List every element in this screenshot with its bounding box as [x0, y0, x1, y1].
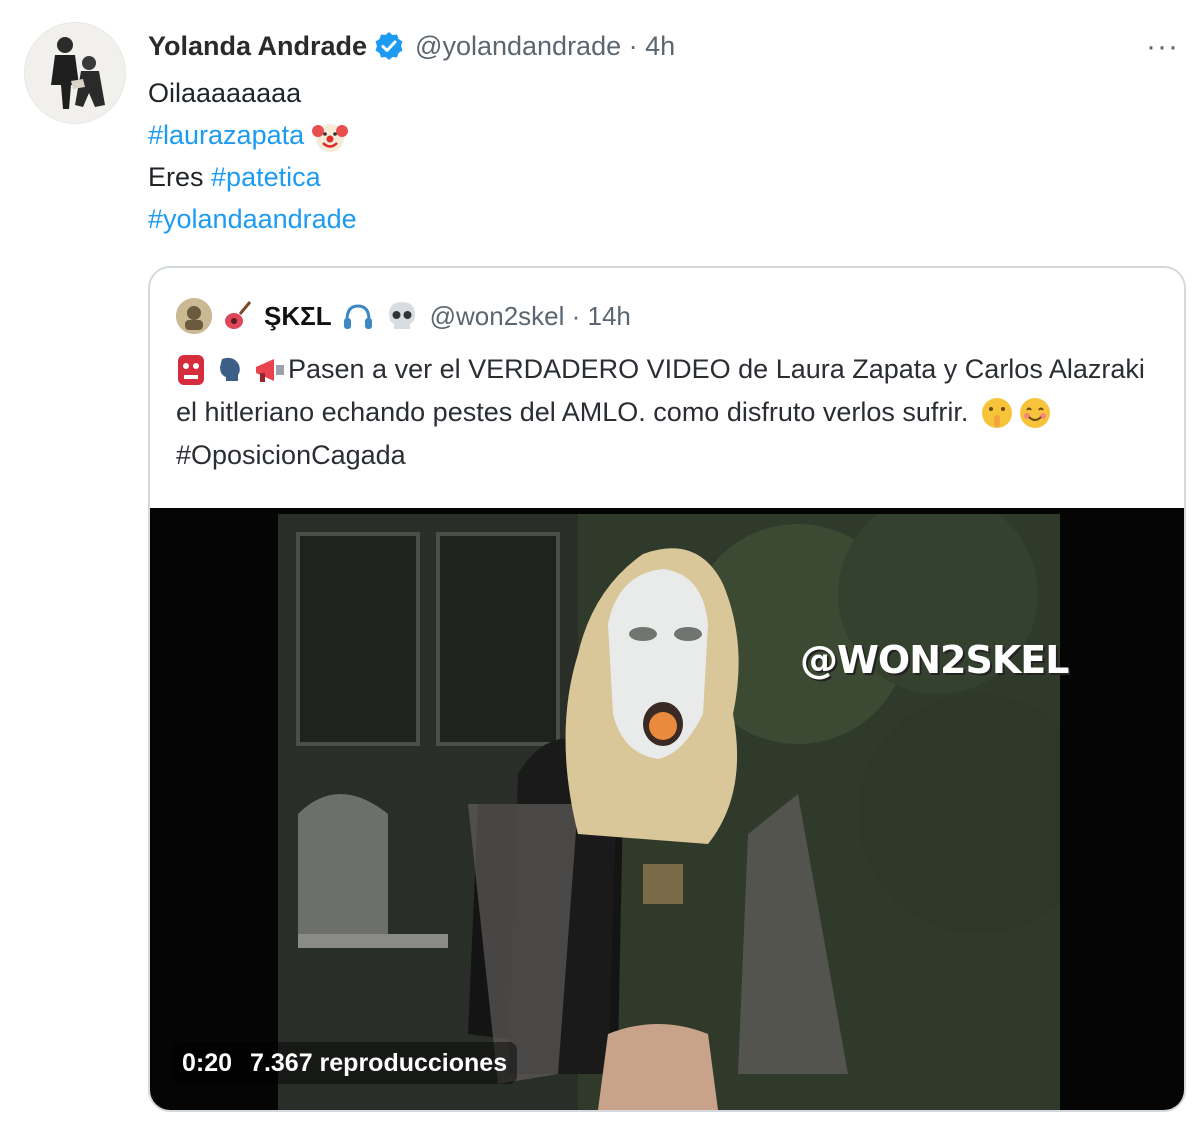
quoted-tweet-card[interactable]: ŞKΣL @won2skel · 14h Pasen a ver el VERD… [148, 266, 1186, 1112]
author-avatar[interactable] [24, 22, 126, 124]
author-handle-time[interactable]: @yolandandrade · 4h [415, 31, 675, 62]
quoted-author-name[interactable]: ŞKΣL [264, 301, 332, 332]
quoted-author-avatar[interactable] [176, 298, 212, 334]
hashtag-yolandaandrade[interactable]: #yolandaandrade [148, 204, 357, 234]
tweet-line-1: Oilaaaaaaaa [148, 78, 302, 108]
tweet-header: Yolanda Andrade @yolandandrade · 4h [148, 26, 675, 66]
megaphone-emoji-icon [252, 353, 288, 389]
tweet-line-3-prefix: Eres [148, 162, 212, 192]
quoted-tweet-text: Pasen a ver el VERDADERO VIDEO de Laura … [176, 348, 1161, 477]
hashtag-patetica[interactable]: #patetica [211, 162, 321, 192]
video-duration: 0:20 [182, 1048, 233, 1077]
hashtag-laurazapata[interactable]: #laurazapata [148, 120, 304, 150]
headphones-emoji-icon [340, 298, 376, 334]
video-player[interactable]: @WON2SKEL 0:20 7.367 reproducciones [150, 508, 1184, 1110]
tweet-line-2: #laurazapata [148, 114, 357, 156]
author-name[interactable]: Yolanda Andrade [148, 31, 367, 62]
more-options-icon[interactable]: ··· [1146, 30, 1179, 64]
quoted-author-handle-time[interactable]: @won2skel · 14h [430, 301, 631, 332]
shushing-face-emoji-icon [980, 396, 1016, 432]
video-view-count: 7.367 reproducciones [250, 1048, 508, 1077]
tweet-line-3: Eres #patetica [148, 156, 357, 198]
quoted-tweet-header: ŞKΣL @won2skel · 14h [176, 296, 631, 336]
video-thumbnail [278, 514, 1060, 1110]
speaking-head-emoji-icon [214, 353, 250, 389]
guitar-emoji-icon [220, 298, 256, 334]
ogre-mask-emoji-icon [176, 353, 212, 389]
smiling-face-emoji-icon [1018, 396, 1054, 432]
tweet-text: Oilaaaaaaaa #laurazapata Eres #patetica … [148, 72, 357, 240]
tweet-line-4: #yolandaandrade [148, 198, 357, 240]
hashtag-oposicioncagada[interactable]: #OposicionCagada [176, 440, 406, 470]
clown-emoji-icon [312, 119, 349, 155]
verified-badge-icon [373, 30, 405, 62]
video-stats-badge: 0:20 7.367 reproducciones [172, 1042, 518, 1084]
video-watermark: @WON2SKEL [800, 638, 1069, 682]
skull-emoji-icon [384, 298, 420, 334]
